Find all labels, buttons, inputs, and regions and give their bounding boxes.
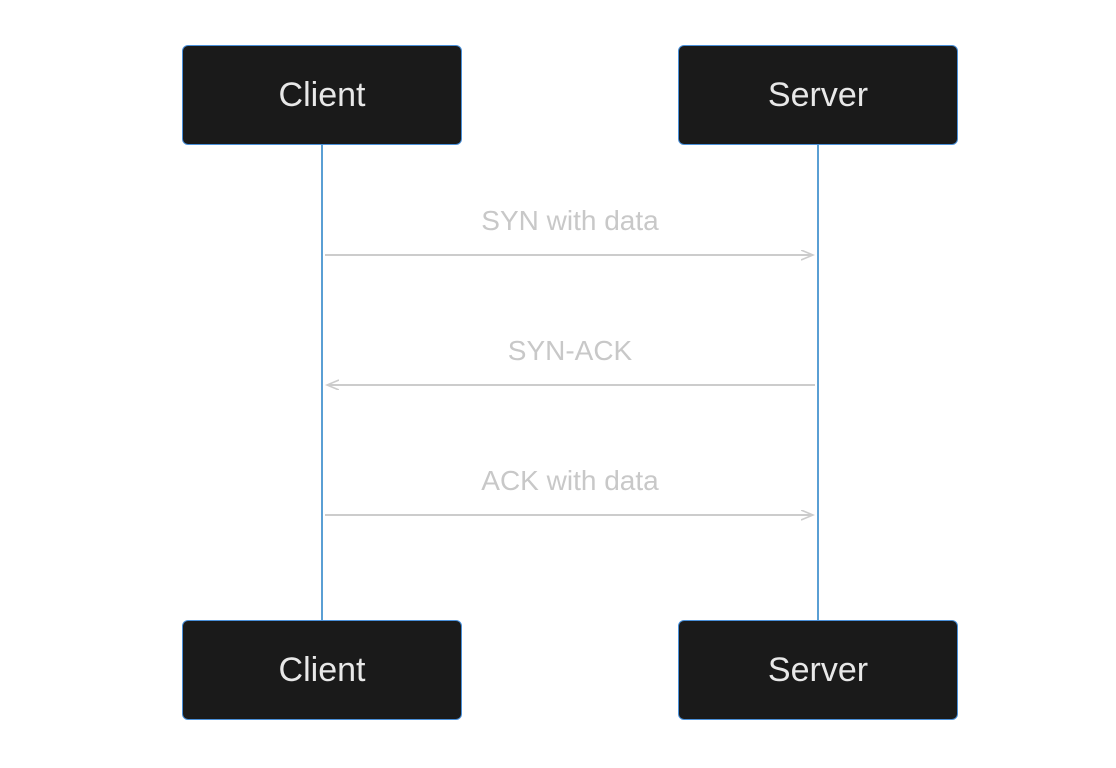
message-label: SYN-ACK: [320, 335, 820, 367]
actor-label: Server: [768, 76, 868, 115]
actor-server-top: Server: [678, 45, 958, 145]
actor-label: Client: [279, 76, 366, 115]
sequence-diagram: Client Server Client Server SYN with dat…: [0, 0, 1116, 768]
actor-label: Client: [279, 651, 366, 690]
message-label: ACK with data: [320, 465, 820, 497]
message-label: SYN with data: [320, 205, 820, 237]
actor-label: Server: [768, 651, 868, 690]
actor-server-bottom: Server: [678, 620, 958, 720]
actor-client-top: Client: [182, 45, 462, 145]
actor-client-bottom: Client: [182, 620, 462, 720]
